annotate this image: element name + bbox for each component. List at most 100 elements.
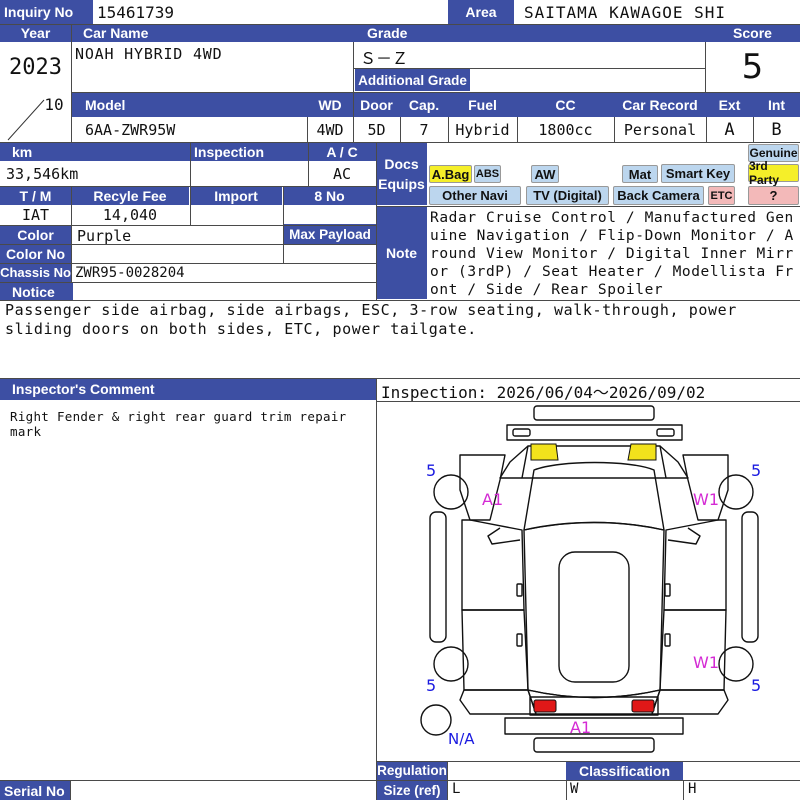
right-rear-door — [659, 609, 727, 691]
inquiry-no-label: Inquiry No — [0, 0, 93, 24]
area-label: Area — [448, 0, 514, 24]
year-divider — [7, 99, 45, 141]
8no-label: 8 No — [283, 187, 376, 205]
int-label: Int — [753, 93, 800, 117]
ac-label: A / C — [308, 143, 376, 161]
serial-no-label: Serial No — [0, 781, 70, 800]
spare-mark: N/A — [448, 730, 475, 748]
classification-label: Classification — [566, 761, 683, 780]
fl-tire-mark: 5 — [426, 461, 437, 480]
etc-badge: ETC — [708, 186, 735, 205]
car-record-label: Car Record — [614, 93, 706, 117]
color-label: Color — [0, 226, 71, 244]
size-l-label: L — [452, 781, 461, 797]
year-label: Year — [0, 24, 71, 42]
wd-value: 4WD — [316, 120, 344, 139]
roof — [523, 521, 665, 699]
rear-bumper-mark: A1 — [570, 718, 592, 737]
car-record-value: Personal — [623, 120, 697, 139]
additional-grade-label: Additional Grade — [355, 69, 470, 91]
front-bumper-top — [533, 405, 655, 421]
import-label: Import — [190, 187, 282, 205]
tv-digital-badge: TV (Digital) — [526, 186, 609, 205]
score-value: 5 — [741, 47, 764, 87]
aw-badge: AW — [531, 165, 559, 183]
right-rear-guard — [651, 689, 729, 715]
car-name-label: Car Name — [71, 24, 353, 42]
left-taillight — [533, 699, 557, 713]
chassis-no-value: ZWR95-0028204 — [75, 264, 185, 281]
door-label: Door — [353, 93, 400, 117]
grade-value: Ｓ－Ｚ — [360, 49, 409, 68]
area-value: SAITAMA KAWAGOE SHI — [524, 2, 727, 22]
size-h-label: H — [688, 781, 697, 797]
right-headlight — [627, 443, 657, 461]
regulation-label: Regulation — [377, 761, 447, 780]
cap-label: Cap. — [400, 93, 448, 117]
docs-equips-label: Docs Equips — [376, 143, 427, 205]
model-label: Model — [71, 93, 307, 117]
grade-label: Grade — [353, 24, 705, 42]
front-bumper — [506, 424, 683, 441]
km-value: 33,546km — [6, 165, 79, 183]
smart-key-badge: Smart Key — [661, 164, 735, 183]
other-navi-badge: Other Navi — [429, 186, 521, 205]
note-label: Note — [376, 207, 427, 299]
left-rear-guard — [459, 689, 537, 715]
third-party-badge: 3rd Party — [748, 159, 799, 187]
inspection-period: Inspection: 2026/06/04～2026/09/02 — [381, 383, 706, 402]
inquiry-no-value: 15461739 — [97, 2, 175, 22]
max-payload-label: Max Payload — [284, 224, 376, 244]
right-rear-guard-mark: W1 — [693, 653, 719, 672]
question-badge: ? — [748, 186, 799, 205]
spare-tire — [420, 704, 452, 736]
cc-value: 1800cc — [538, 120, 593, 139]
cap-value: 7 — [419, 120, 429, 139]
right-front-fender — [682, 454, 729, 521]
notice-label: Notice — [0, 283, 73, 300]
right-front-fender-mark: W1 — [693, 490, 719, 509]
abag-badge: A.Bag — [429, 165, 472, 183]
equips-label: Equips — [378, 176, 425, 192]
ext-label: Ext — [706, 93, 753, 117]
recycle-fee-value: 14,040 — [102, 206, 158, 224]
front-right-tire — [718, 474, 754, 510]
sunroof-area — [558, 551, 630, 683]
left-headlight — [530, 443, 559, 461]
left-rear-door — [461, 609, 529, 691]
fr-tire-mark: 5 — [751, 461, 762, 480]
recycle-fee-label: Recyle Fee — [71, 187, 189, 205]
color-no-label: Color No — [0, 245, 71, 263]
ext-value: A — [724, 119, 735, 140]
tm-label: T / M — [0, 187, 71, 205]
inspector-comment-label: Inspector's Comment — [0, 378, 376, 400]
rear-bumper-bottom — [533, 737, 655, 753]
inspector-comment-value: Right Fender & right rear guard trim rep… — [10, 409, 347, 439]
size-ref-label: Size (ref) — [377, 780, 447, 800]
fuel-value: Hybrid — [455, 120, 510, 139]
ac-value: AC — [332, 165, 352, 183]
rr-tire-mark: 5 — [751, 676, 762, 695]
wd-label: WD — [307, 93, 353, 117]
km-label: km — [0, 143, 190, 161]
model-value: 6AA-ZWR95W — [85, 120, 176, 139]
vehicle-condition-diagram — [420, 405, 759, 753]
cc-label: CC — [517, 93, 614, 117]
back-camera-badge: Back Camera — [613, 186, 704, 205]
right-taillight — [631, 699, 655, 713]
docs-label: Docs — [384, 156, 419, 172]
rl-tire-mark: 5 — [426, 676, 437, 695]
month-value: 10 — [44, 94, 64, 114]
chassis-no-label: Chassis No — [0, 263, 71, 282]
int-value: B — [771, 119, 782, 140]
inspection-label: Inspection — [190, 143, 308, 161]
abs-badge: ABS — [474, 165, 501, 183]
notice-value: Passenger side airbag, side airbags, ESC… — [5, 301, 737, 338]
fuel-label: Fuel — [448, 93, 517, 117]
rear-bumper — [504, 717, 684, 735]
windshield — [523, 461, 665, 531]
mat-badge: Mat — [622, 165, 658, 183]
score-label: Score — [705, 24, 800, 42]
left-front-fender-mark: A1 — [482, 490, 504, 509]
door-value: 5D — [367, 120, 386, 139]
